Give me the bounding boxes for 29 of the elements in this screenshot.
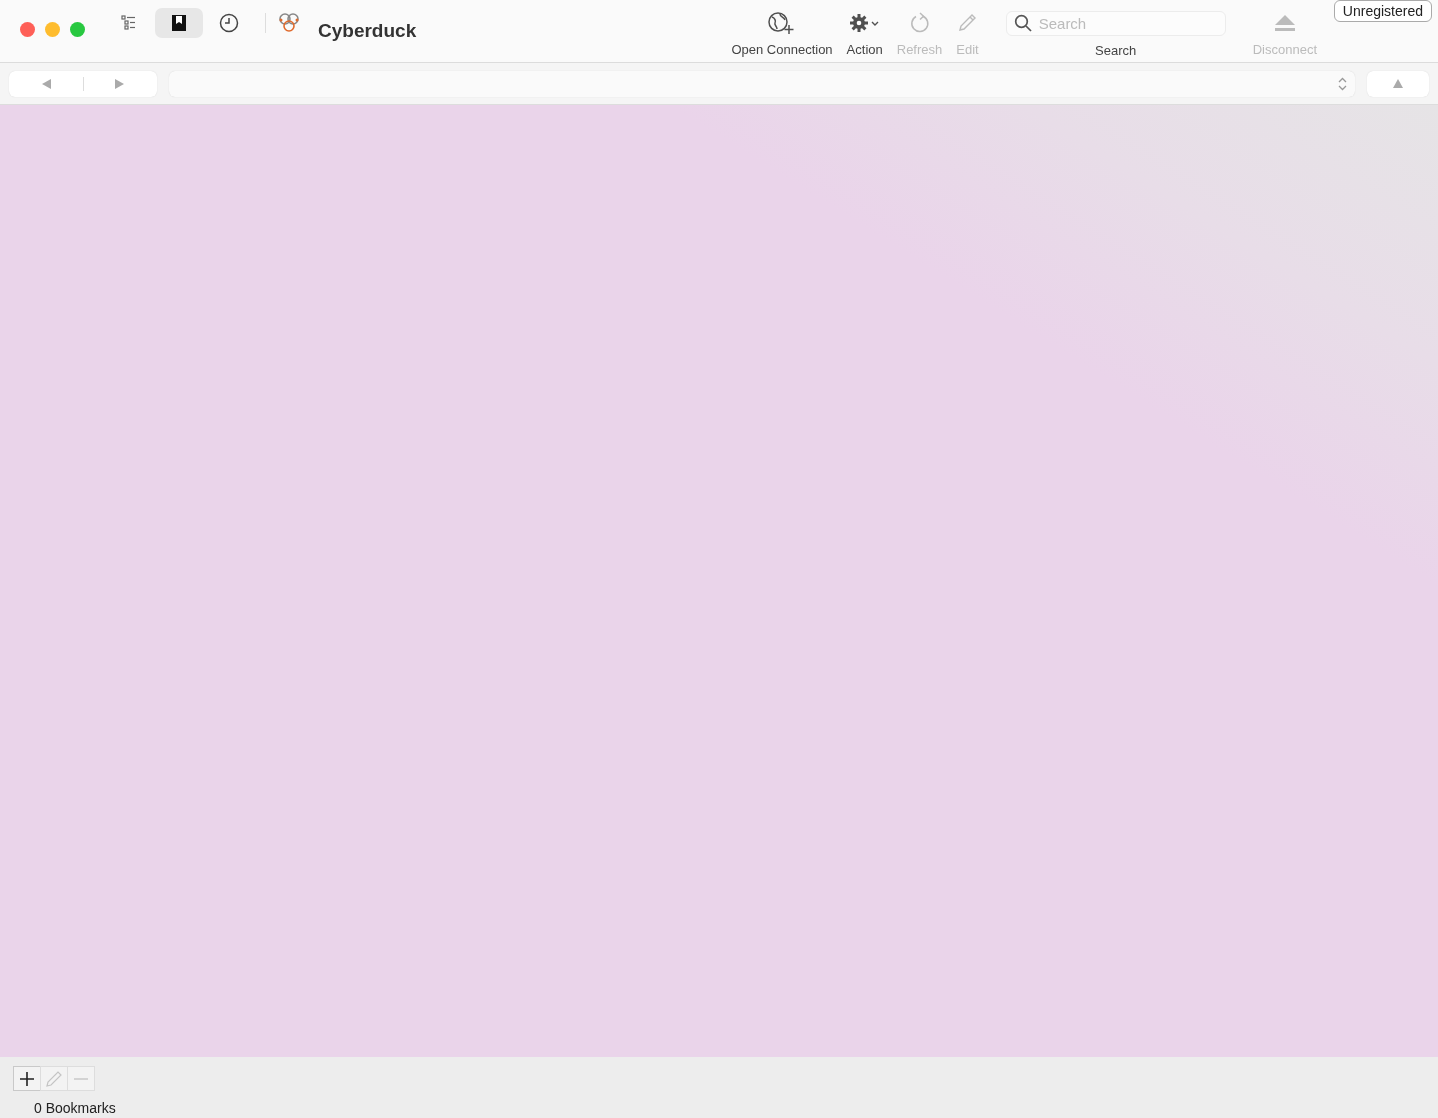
globe-plus-icon	[767, 11, 797, 35]
up-down-chevron-icon	[1338, 76, 1347, 91]
gear-icon	[848, 11, 881, 35]
connect-button[interactable]: Open Connection	[730, 11, 834, 58]
search-field[interactable]: Search	[1005, 11, 1226, 36]
close-button[interactable]	[20, 22, 35, 37]
up-triangle-icon	[1393, 79, 1403, 88]
pencil-icon	[45, 1069, 63, 1088]
parent-folder-button[interactable]	[1367, 70, 1429, 97]
unregistered-badge[interactable]: Unregistered	[1333, 0, 1432, 22]
outline-icon	[121, 15, 137, 31]
refresh-icon	[908, 11, 931, 35]
path-dropdown[interactable]	[169, 70, 1355, 97]
window-title: Cyberduck	[318, 20, 417, 42]
plus-icon	[19, 1070, 35, 1087]
logo-icon	[278, 12, 300, 34]
right-triangle-icon	[115, 78, 126, 89]
zoom-button[interactable]	[70, 22, 85, 37]
clock-icon	[219, 13, 239, 33]
plus-button[interactable]	[13, 1066, 41, 1091]
minimize-button[interactable]	[45, 22, 60, 37]
bookmark-icon	[171, 14, 187, 32]
action-button[interactable]: Action	[845, 11, 884, 58]
search-label: Search	[1095, 43, 1137, 58]
search-icon	[1013, 14, 1032, 32]
view-toggle-button[interactable]	[155, 8, 203, 38]
bookmark-count: 0 Bookmarks	[33, 1099, 116, 1116]
minus-icon	[73, 1076, 89, 1081]
left-triangle-icon	[40, 78, 51, 89]
